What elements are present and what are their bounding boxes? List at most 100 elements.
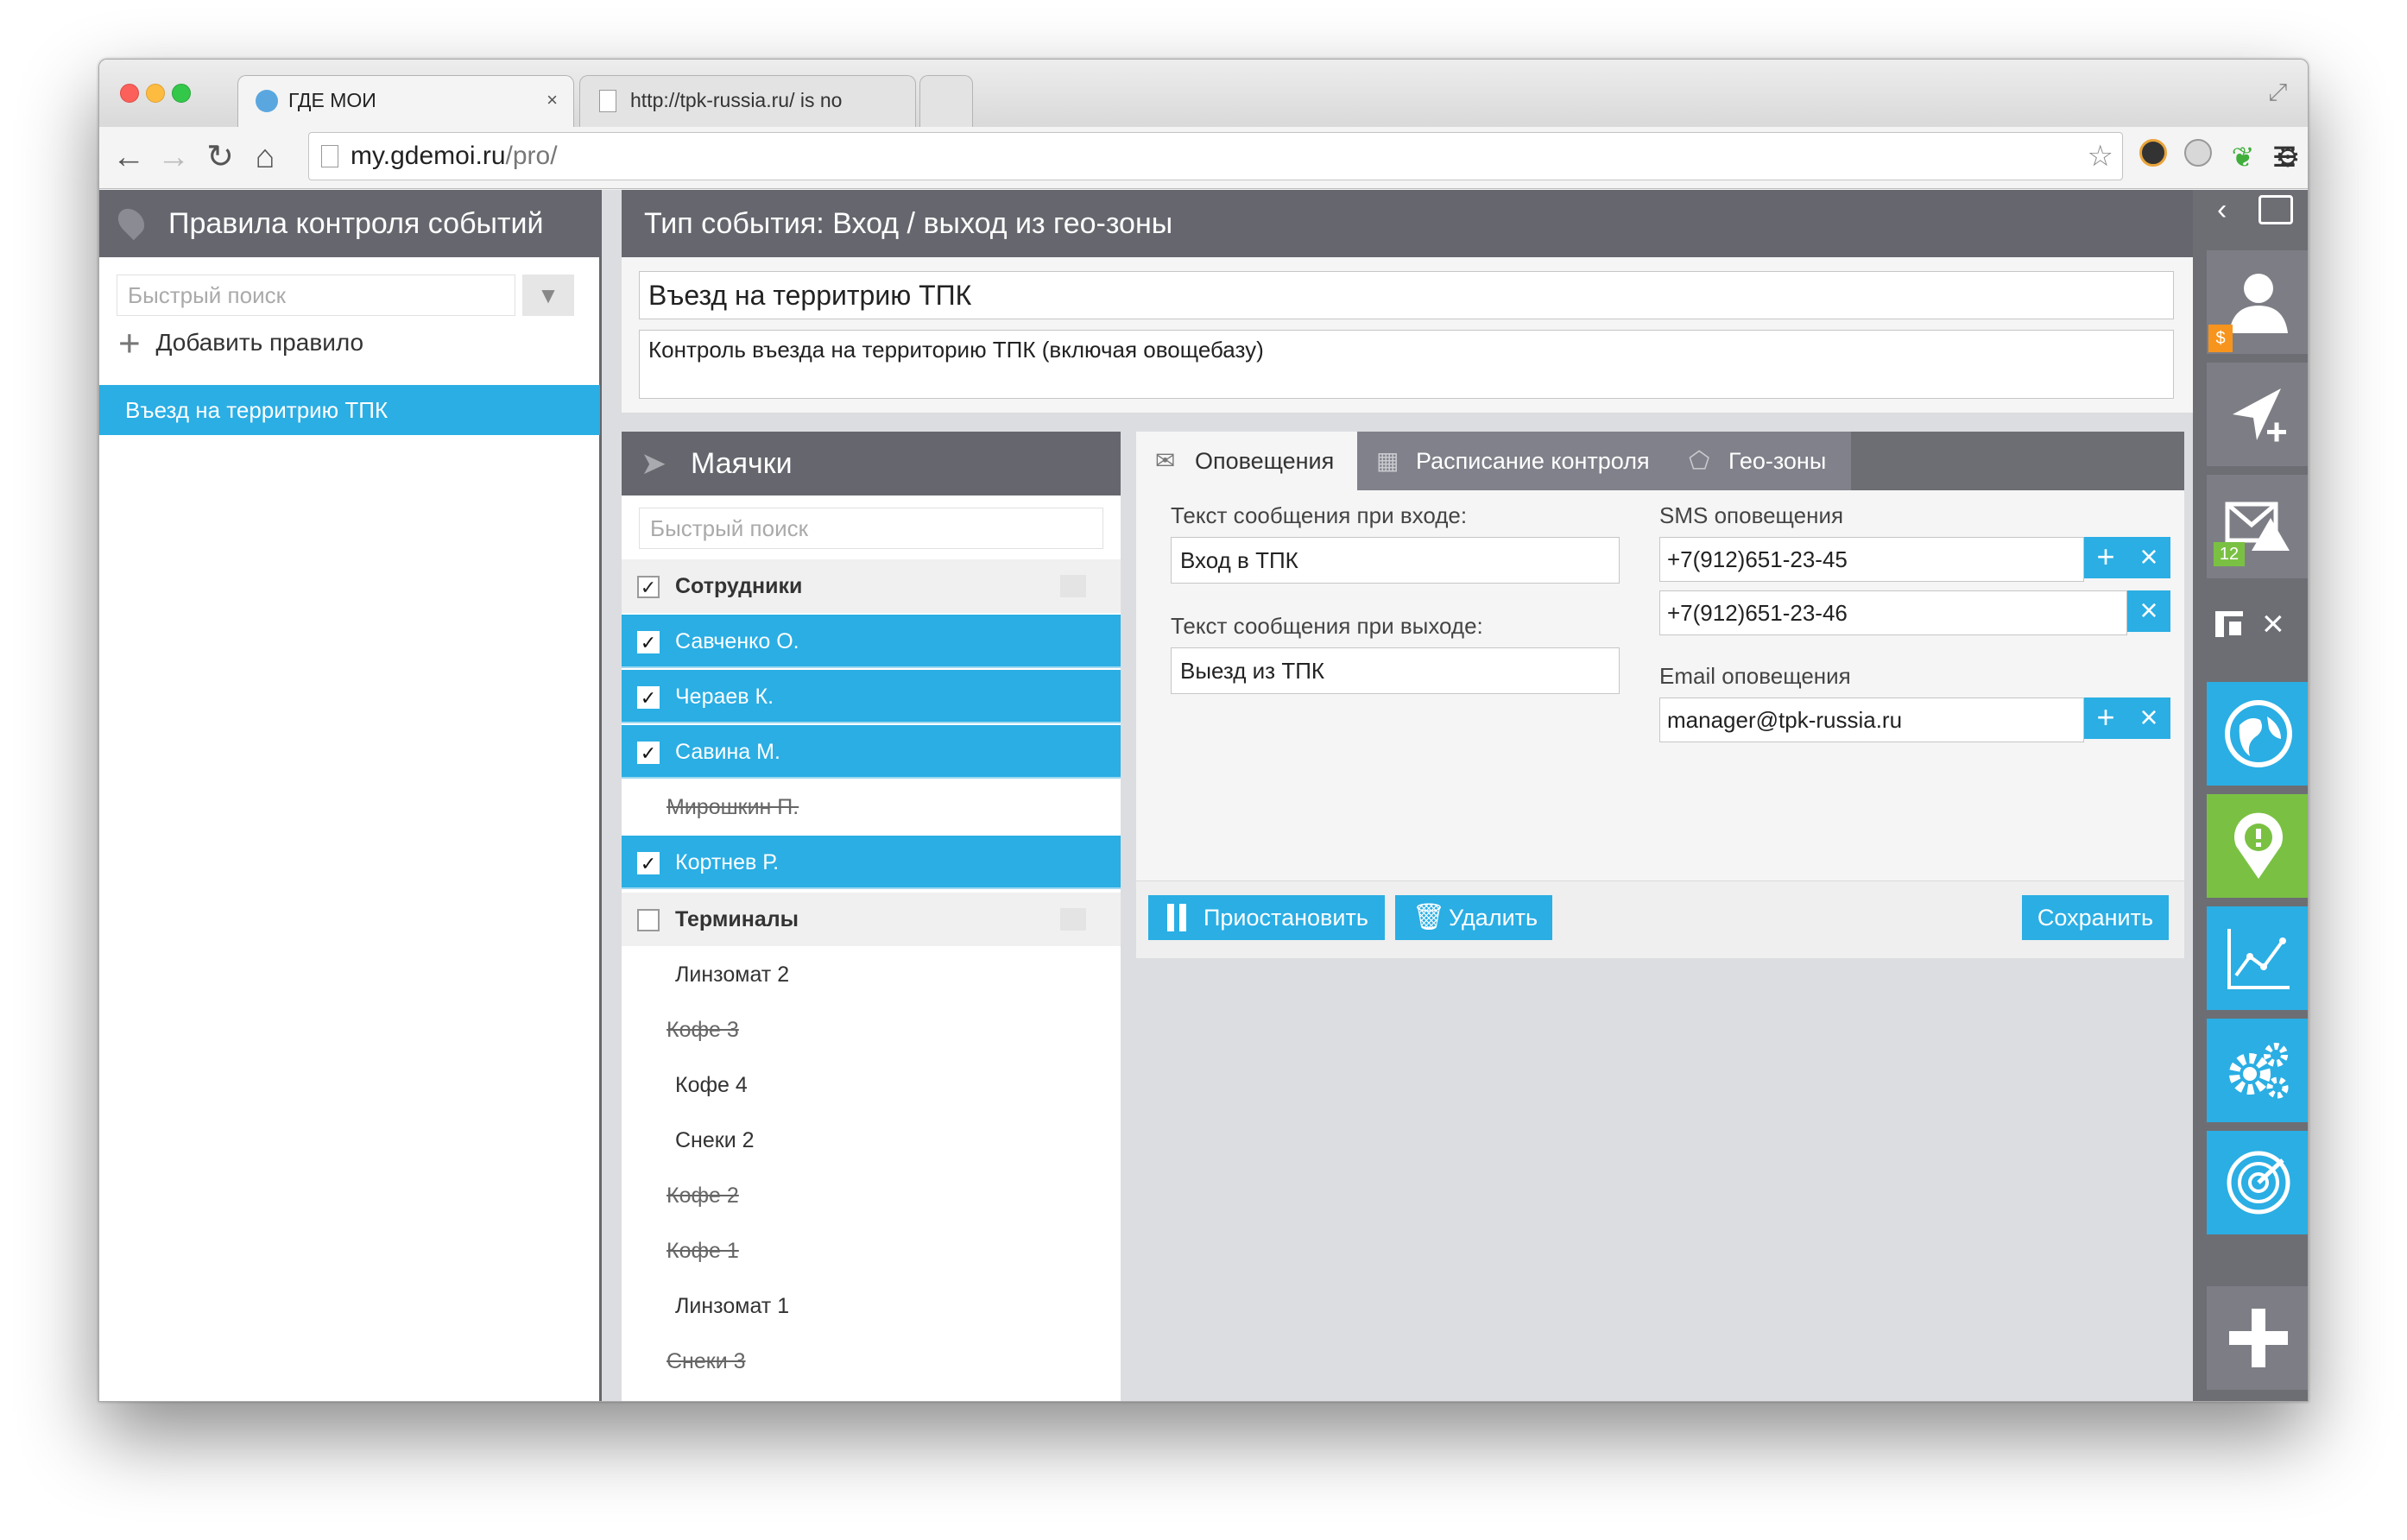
rules-panel-header: Правила контроля событий (99, 190, 602, 257)
beacon-item[interactable]: Снеки 2 (622, 1114, 1121, 1167)
fullscreen-icon[interactable]: ⤢ (2268, 79, 2287, 107)
filter-icon[interactable]: ▼ (522, 275, 574, 316)
delete-button[interactable]: 🗑 Удалить (1395, 895, 1552, 940)
tab-label: Оповещения (1195, 448, 1335, 474)
extension-green-icon[interactable]: ❦ (2225, 139, 2261, 175)
extension-info-icon[interactable] (2180, 139, 2216, 175)
remove-sms-button[interactable]: × (2127, 590, 2170, 632)
close-icon[interactable]: × (2262, 603, 2284, 646)
beacon-item-disabled[interactable]: Кофе 2 (622, 1169, 1121, 1222)
beacon-checkbox[interactable]: ✓ (637, 686, 660, 709)
sms-label: SMS оповещения (1659, 502, 1844, 528)
rule-description-input[interactable]: Контроль въезда на территорию ТПК (включ… (639, 330, 2174, 399)
beacons-panel-title: Маячки (691, 447, 793, 480)
beacon-label: Кофе 4 (675, 1073, 748, 1097)
exit-text-input[interactable]: Выезд из ТПК (1171, 647, 1620, 694)
profile-tile[interactable]: $ (2207, 250, 2308, 354)
save-button[interactable]: Сохранить (2022, 895, 2169, 940)
forward-icon[interactable]: → (153, 137, 194, 179)
beacon-item-disabled[interactable]: Мирошкин П. (622, 780, 1121, 834)
beacon-item[interactable]: ✓ Чераев К. (622, 670, 1121, 723)
reload-icon[interactable]: ↻ (199, 137, 241, 179)
tab-label: Гео-зоны (1728, 448, 1827, 474)
enter-text-input[interactable]: Вход в ТПК (1171, 537, 1620, 584)
beacon-item-disabled[interactable]: Кофе 3 (622, 1003, 1121, 1057)
tab-close-icon[interactable]: × (546, 76, 558, 124)
extension-camera-icon[interactable] (2135, 139, 2171, 175)
beacon-item[interactable]: ✓ Савина М. (622, 725, 1121, 779)
radar-tile[interactable] (2207, 1131, 2308, 1234)
bookmark-star-icon[interactable]: ☆ (2088, 133, 2113, 180)
add-sms-button[interactable]: + (2084, 537, 2127, 578)
tab-gdemoi[interactable]: ГДЕ МОИ × (237, 75, 574, 127)
add-beacon-tile[interactable] (2207, 363, 2308, 466)
beacon-item[interactable]: Линзомат 1 (622, 1279, 1121, 1333)
tab-geozones[interactable]: ⬠ Гео-зоны (1670, 432, 1851, 490)
back-icon[interactable]: ← (108, 137, 149, 179)
beacon-checkbox[interactable]: ✓ (637, 631, 660, 653)
pause-button[interactable]: Приостановить (1148, 895, 1385, 940)
maximize-window-button[interactable] (172, 84, 191, 103)
layout-icon[interactable] (2214, 608, 2245, 639)
radar-icon (2227, 1151, 2290, 1215)
beacon-item-disabled[interactable]: Кофе 1 (622, 1224, 1121, 1278)
chrome-menu-icon[interactable]: ☰ (2266, 139, 2303, 175)
address-bar[interactable]: my.gdemoi.ru/pro/ ☆ (308, 132, 2123, 180)
close-window-button[interactable] (120, 84, 139, 103)
tab-notifications[interactable]: ✉ Оповещения (1136, 432, 1357, 490)
beacons-panel-header: ➤ Маячки (622, 432, 1121, 495)
rule-name-input[interactable]: Въезд на территрию ТПК (639, 271, 2174, 319)
add-rule-button[interactable]: + Добавить правило (118, 318, 363, 368)
new-tab-button[interactable] (919, 75, 973, 127)
notifications-pane: Текст сообщения при входе: Вход в ТПК Те… (1136, 490, 2184, 880)
navigation-plus-icon (2233, 388, 2286, 442)
map-tile[interactable] (2207, 682, 2308, 786)
settings-tile[interactable] (2207, 1019, 2308, 1122)
sms-number-input[interactable]: +7(912)651-23-46 (1659, 590, 2127, 635)
beacon-item[interactable]: ✓ Савченко О. (622, 615, 1121, 668)
sidebar-layout-controls: × (2210, 587, 2305, 665)
envelope-icon: ✉ (1155, 447, 1176, 474)
collapse-icon[interactable] (1060, 575, 1086, 597)
tab-schedule[interactable]: ▦ Расписание контроля (1357, 432, 1670, 490)
delete-label: Удалить (1449, 905, 1538, 931)
beacon-group-terminals[interactable]: ✓ Терминалы (622, 893, 1121, 946)
minimize-window-button[interactable] (146, 84, 165, 103)
remove-email-button[interactable]: × (2127, 697, 2170, 739)
home-icon[interactable]: ⌂ (244, 137, 286, 179)
remove-sms-button[interactable]: × (2127, 537, 2170, 578)
messages-tile[interactable]: 12 (2207, 475, 2308, 578)
beacon-item-disabled[interactable]: Снеки 3 (622, 1335, 1121, 1388)
beacon-item[interactable]: Линзомат 2 (622, 948, 1121, 1001)
beacons-search-input[interactable]: Быстрый поиск (639, 508, 1103, 549)
collapse-left-icon[interactable]: ‹ (2217, 193, 2227, 227)
action-bar: Приостановить 🗑 Удалить Сохранить (1136, 880, 2184, 958)
beacon-checkbox[interactable]: ✓ (637, 852, 660, 874)
chart-icon (2227, 929, 2290, 989)
group-checkbox[interactable]: ✓ (637, 576, 660, 598)
add-tile[interactable] (2207, 1286, 2308, 1390)
group-checkbox[interactable]: ✓ (637, 909, 660, 931)
exit-text-label: Текст сообщения при выходе: (1171, 613, 1483, 639)
url-host: my.gdemoi.ru (351, 142, 506, 170)
rules-search-input[interactable]: Быстрый поиск (117, 275, 515, 316)
collapse-icon[interactable] (1060, 908, 1086, 931)
beacon-checkbox[interactable]: ✓ (637, 742, 660, 764)
tab-label: Расписание контроля (1416, 448, 1650, 474)
rule-item[interactable]: Въезд на территрию ТПК (99, 385, 600, 435)
events-tile[interactable] (2207, 794, 2308, 898)
reports-tile[interactable] (2207, 906, 2308, 1010)
tab-tpk-russia[interactable]: http://tpk-russia.ru/ is no (579, 75, 916, 127)
location-pin-icon (112, 203, 150, 241)
sms-number-input[interactable]: +7(912)651-23-45 (1659, 537, 2084, 582)
messages-count-badge: 12 (2214, 542, 2245, 566)
chat-icon[interactable] (2259, 195, 2293, 224)
tab-title: http://tpk-russia.ru/ is no (630, 89, 843, 111)
email-input[interactable]: manager@tpk-russia.ru (1659, 697, 2084, 742)
add-email-button[interactable]: + (2084, 697, 2127, 739)
beacon-group-employees[interactable]: ✓ Сотрудники (622, 559, 1121, 613)
site-favicon-icon (256, 90, 278, 112)
balance-badge: $ (2208, 325, 2233, 352)
beacon-item[interactable]: Кофе 4 (622, 1058, 1121, 1112)
beacon-item[interactable]: ✓ Кортнев Р. (622, 836, 1121, 889)
